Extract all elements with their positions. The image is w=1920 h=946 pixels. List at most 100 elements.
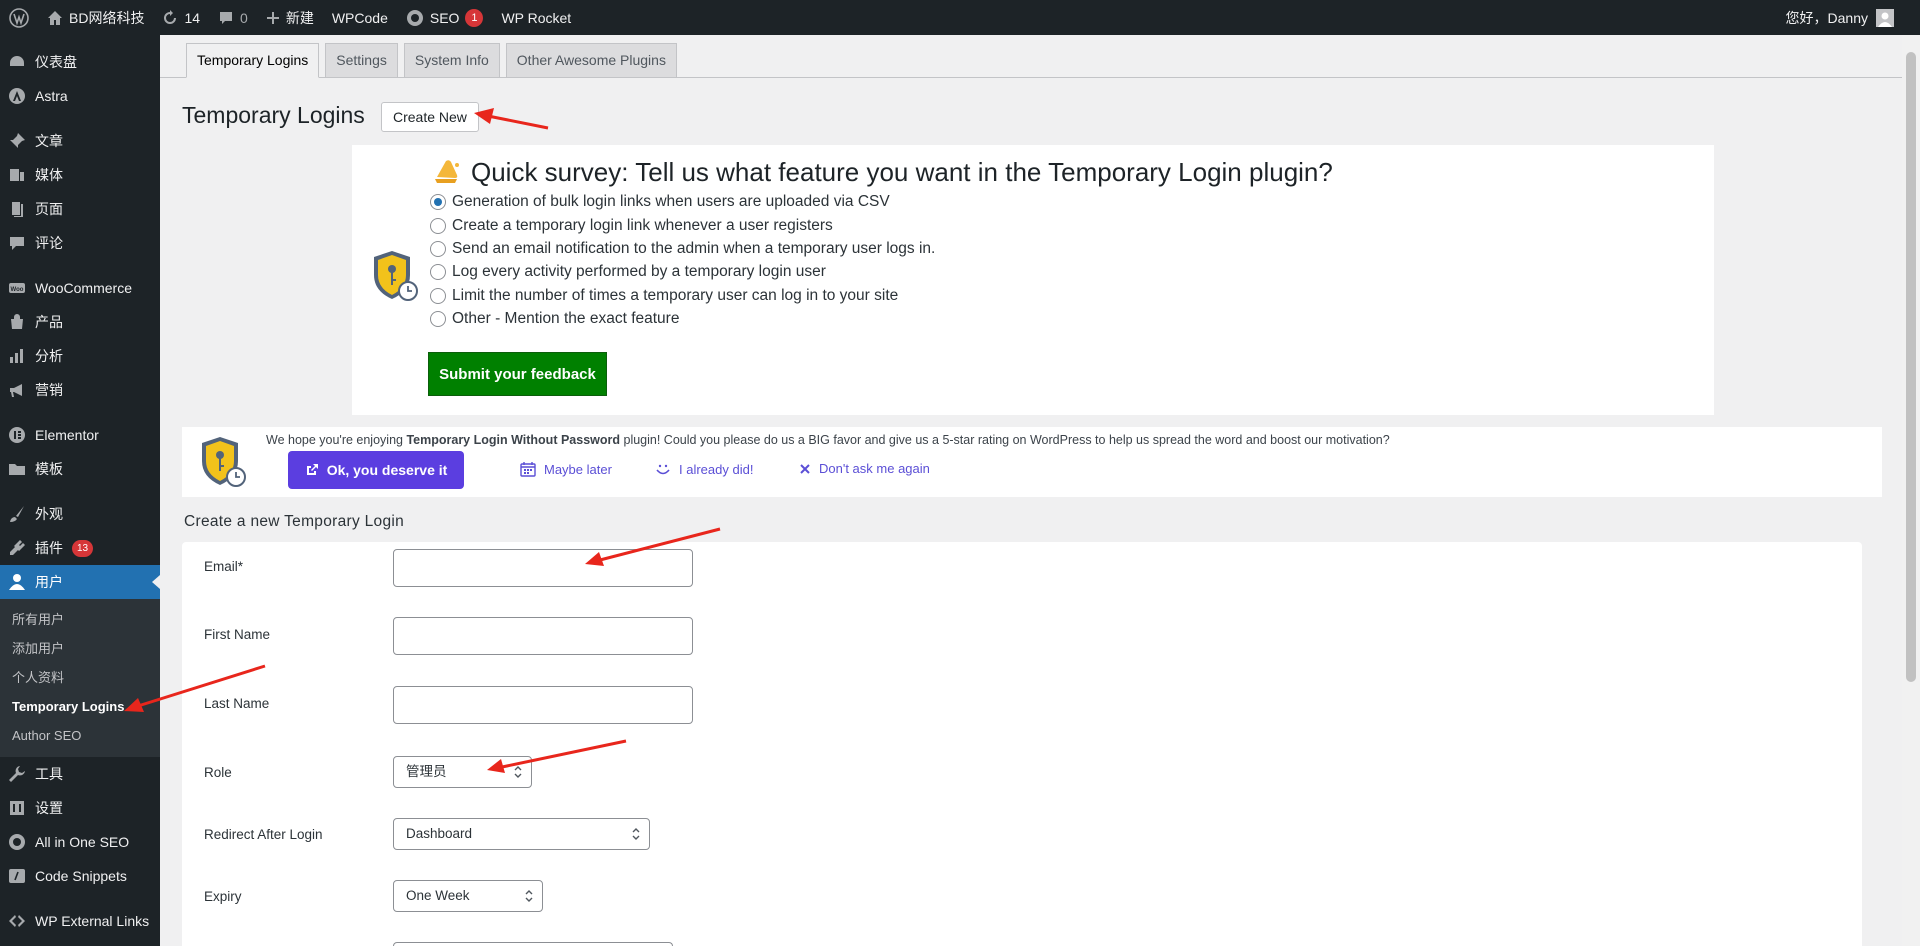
redirect-after-login-label: Redirect After Login: [204, 827, 323, 842]
dashboard-icon: [10, 56, 24, 66]
last-name-field[interactable]: [393, 686, 693, 724]
submenu-item-all-users[interactable]: 所有用户: [0, 605, 160, 634]
redirect-after-login-select[interactable]: Dashboard: [393, 818, 650, 850]
account-menu[interactable]: 您好，Danny: [1786, 8, 1920, 28]
sidebar-item-marketing[interactable]: 营销: [0, 373, 160, 407]
radio-button[interactable]: [430, 194, 446, 210]
create-login-form: Email* First Name Last Name Role 管理员 Red…: [182, 542, 1862, 946]
link-icon: [9, 915, 25, 927]
tab-settings[interactable]: Settings: [325, 43, 398, 78]
megaphone-icon: [10, 384, 22, 397]
maybe-later-label: Maybe later: [544, 461, 612, 477]
create-new-button[interactable]: Create New: [381, 102, 479, 132]
sidebar-item-label: 工具: [35, 766, 63, 782]
sidebar-item-label: 模板: [35, 461, 63, 477]
wordpress-icon: [9, 7, 29, 28]
plugin-name: Temporary Login Without Password: [406, 433, 621, 447]
sidebar-item-users[interactable]: 用户: [0, 565, 160, 599]
radio-button[interactable]: [430, 218, 446, 234]
sidebar-item-label: 分析: [35, 348, 63, 364]
sidebar-item-analytics[interactable]: 分析: [0, 339, 160, 373]
sidebar-item-pages[interactable]: 页面: [0, 192, 160, 226]
dont-ask-again-link[interactable]: Don't ask me again: [799, 461, 930, 476]
sidebar-item-plugins[interactable]: 插件 13: [0, 531, 160, 565]
first-name-field[interactable]: [393, 617, 693, 655]
refresh-icon: [164, 9, 177, 24]
sidebar-item-settings[interactable]: 设置: [0, 791, 160, 825]
aioseo-icon: [9, 834, 25, 850]
svg-text:Woo: Woo: [11, 287, 24, 293]
sidebar-item-woocommerce[interactable]: Woo WooCommerce: [0, 271, 160, 305]
radio-button[interactable]: [430, 241, 446, 257]
wordpress-logo-button[interactable]: [0, 0, 38, 35]
sidebar-item-dashboard[interactable]: 仪表盘: [0, 45, 160, 79]
sidebar-item-astra[interactable]: Astra: [0, 79, 160, 113]
submenu-item-temporary-logins[interactable]: Temporary Logins: [0, 692, 160, 721]
home-icon: [48, 10, 62, 25]
sidebar-item-appearance[interactable]: 外观: [0, 497, 160, 531]
survey-option-label: Limit the number of times a temporary us…: [452, 287, 899, 304]
survey-option[interactable]: Other - Mention the exact feature: [430, 310, 679, 328]
first-name-label: First Name: [204, 627, 271, 642]
ok-deserve-it-button[interactable]: Ok, you deserve it: [288, 451, 464, 489]
comments-link[interactable]: 0: [209, 0, 257, 35]
seo-notification-badge: 1: [465, 8, 484, 27]
tab-other-awesome-plugins[interactable]: Other Awesome Plugins: [505, 43, 677, 78]
submenu-item-author-seo[interactable]: Author SEO: [0, 721, 160, 750]
submenu-item-profile[interactable]: 个人资料: [0, 663, 160, 692]
survey-option[interactable]: Generation of bulk login links when user…: [430, 193, 890, 211]
page-scrollbar[interactable]: [1902, 35, 1920, 946]
survey-option[interactable]: Send an email notification to the admin …: [430, 240, 935, 258]
submenu-item-add-user[interactable]: 添加用户: [0, 634, 160, 663]
sidebar-item-label: 设置: [35, 800, 63, 816]
redirect-value: Dashboard: [406, 826, 473, 841]
email-field[interactable]: [393, 549, 693, 587]
sidebar-item-posts[interactable]: 文章: [0, 124, 160, 158]
updates-link[interactable]: 14: [153, 0, 209, 35]
seo-link[interactable]: SEO 1: [397, 0, 493, 35]
radio-button[interactable]: [430, 288, 446, 304]
sidebar-item-templates[interactable]: 模板: [0, 452, 160, 486]
radio-button[interactable]: [430, 264, 446, 280]
wp-rocket-label: WP Rocket: [501, 9, 572, 26]
wp-rocket-link[interactable]: WP Rocket: [492, 0, 580, 35]
next-select-field[interactable]: [393, 942, 673, 946]
tab-temporary-logins[interactable]: Temporary Logins: [186, 43, 320, 78]
calendar-icon: [520, 462, 536, 477]
site-name-link[interactable]: BD网络科技: [38, 0, 153, 35]
sidebar-item-wp-external-links[interactable]: WP External Links: [0, 904, 160, 938]
wpcode-link[interactable]: WPCode: [323, 0, 397, 35]
role-select[interactable]: 管理员: [393, 756, 532, 788]
sidebar-item-code-snippets[interactable]: Code Snippets: [0, 859, 160, 893]
radio-button[interactable]: [430, 311, 446, 327]
survey-option[interactable]: Log every activity performed by a tempor…: [430, 263, 826, 281]
chart-icon: [10, 349, 23, 363]
sidebar-item-elementor[interactable]: Elementor: [0, 418, 160, 452]
greeting: 您好，Danny: [1785, 9, 1868, 26]
shield-key-icon: [202, 437, 246, 487]
comments-count: 0: [240, 9, 248, 26]
new-content-link[interactable]: 新建: [257, 0, 323, 35]
sidebar-item-all-in-one-seo[interactable]: All in One SEO: [0, 825, 160, 859]
survey-option[interactable]: Limit the number of times a temporary us…: [430, 287, 898, 305]
expiry-label: Expiry: [204, 889, 242, 904]
maybe-later-link[interactable]: Maybe later: [520, 461, 612, 477]
sidebar-item-products[interactable]: 产品: [0, 305, 160, 339]
plugin-tabs: Temporary Logins Settings System Info Ot…: [186, 43, 677, 78]
megaphone-icon: [435, 160, 459, 183]
smile-icon: [656, 464, 670, 475]
survey-option-label: Other - Mention the exact feature: [452, 310, 680, 327]
already-did-link[interactable]: I already did!: [655, 461, 753, 477]
main-content: Temporary Logins Settings System Info Ot…: [160, 35, 1902, 946]
sidebar-item-tools[interactable]: 工具: [0, 757, 160, 791]
survey-option-label: Generation of bulk login links when user…: [452, 193, 890, 210]
survey-option[interactable]: Create a temporary login link whenever a…: [430, 217, 833, 235]
sidebar-item-media[interactable]: 媒体: [0, 158, 160, 192]
expiry-select[interactable]: One Week: [393, 880, 543, 912]
media-icon: [10, 169, 24, 181]
sidebar-item-comments[interactable]: 评论: [0, 226, 160, 260]
submit-feedback-button[interactable]: Submit your feedback: [428, 352, 607, 396]
plugins-update-badge: 13: [72, 539, 94, 557]
scrollbar-thumb[interactable]: [1906, 52, 1916, 682]
tab-system-info[interactable]: System Info: [403, 43, 500, 78]
